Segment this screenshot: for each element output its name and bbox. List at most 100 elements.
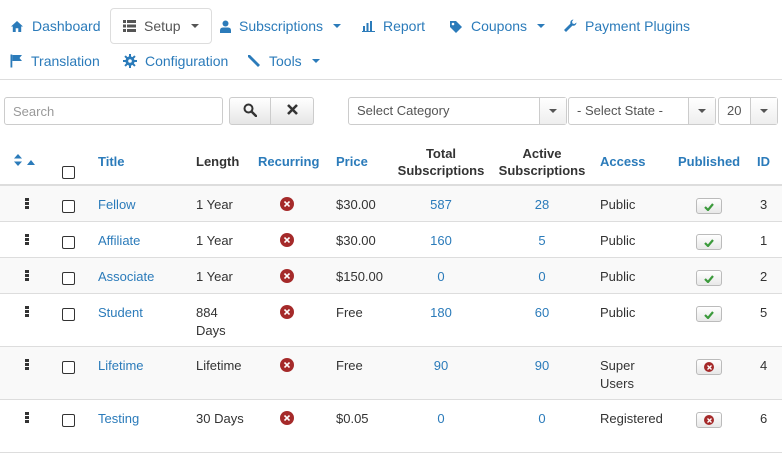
nav-tools[interactable]: Tools (247, 44, 320, 78)
nav-setup[interactable]: Setup (110, 8, 212, 44)
nav-subscriptions[interactable]: Subscriptions (220, 9, 342, 43)
not-recurring-icon (280, 269, 294, 283)
plan-title-link[interactable]: Affiliate (98, 232, 140, 250)
total-subscriptions-link[interactable]: 180 (395, 304, 487, 322)
plan-title-link[interactable]: Testing (98, 410, 139, 428)
publish-toggle-button[interactable] (696, 306, 722, 322)
nav-setup-label: Setup (144, 18, 181, 34)
limit-select[interactable]: 20 (718, 97, 778, 125)
plan-id: 5 (760, 305, 768, 320)
active-subscriptions-link[interactable]: 90 (497, 357, 587, 375)
total-subscriptions-link[interactable]: 90 (395, 357, 487, 375)
total-subscriptions-link[interactable]: 587 (395, 196, 487, 214)
row-checkbox[interactable] (62, 361, 75, 374)
row-checkbox[interactable] (62, 272, 75, 285)
table-row: Lifetime Lifetime Free 90 90 Super Users 4 (0, 347, 782, 400)
nav-coupons[interactable]: Coupons (449, 9, 546, 43)
chevron-down-icon (333, 24, 342, 28)
plan-price: $30.00 (336, 233, 376, 248)
unpublished-icon (704, 415, 714, 425)
nav-dashboard-label: Dashboard (32, 18, 101, 34)
table-header: Title Length Recurring Price Total Subsc… (0, 137, 782, 186)
header-access[interactable]: Access (600, 137, 646, 186)
check-icon (704, 235, 714, 250)
plan-price: $150.00 (336, 269, 383, 284)
publish-toggle-button[interactable] (696, 359, 722, 375)
nav-report[interactable]: Report (362, 9, 425, 43)
publish-toggle-button[interactable] (696, 198, 722, 214)
active-subscriptions-link[interactable]: 28 (497, 196, 587, 214)
top-navigation: Dashboard Setup Subscriptions Report Cou… (0, 0, 782, 80)
user-icon (220, 20, 231, 33)
plan-title-link[interactable]: Lifetime (98, 357, 144, 375)
nav-payment-plugins-label: Payment Plugins (585, 18, 691, 34)
close-icon (286, 103, 299, 119)
sort-ascending-icon (27, 153, 35, 170)
publish-toggle-button[interactable] (696, 412, 722, 428)
plan-access: Registered (600, 411, 663, 426)
not-recurring-icon (280, 197, 294, 211)
drag-handle-icon[interactable] (25, 412, 29, 423)
nav-configuration[interactable]: Configuration (123, 44, 228, 78)
plan-id: 3 (760, 197, 768, 212)
row-checkbox[interactable] (62, 200, 75, 213)
nav-translation-label: Translation (31, 53, 100, 69)
plan-title-link[interactable]: Student (98, 304, 143, 322)
check-icon (704, 271, 714, 286)
plan-length: 1 Year (196, 233, 233, 248)
plan-price: Free (336, 305, 363, 320)
active-subscriptions-link[interactable]: 0 (497, 410, 587, 428)
row-checkbox[interactable] (62, 414, 75, 427)
clear-search-button[interactable] (270, 97, 314, 125)
ordering-sort-header[interactable] (14, 137, 35, 186)
header-id[interactable]: ID (757, 137, 770, 186)
search-input[interactable] (4, 97, 223, 125)
plan-length: 1 Year (196, 269, 233, 284)
plans-table: Title Length Recurring Price Total Subsc… (0, 137, 782, 453)
list-icon (123, 20, 136, 32)
publish-toggle-button[interactable] (696, 270, 722, 286)
plan-access: Super Users (600, 358, 635, 391)
select-all-checkbox[interactable] (62, 166, 75, 179)
table-row: Student 884 Days Free 180 60 Public 5 (0, 294, 782, 347)
drag-handle-icon[interactable] (25, 359, 29, 370)
nav-payment-plugins[interactable]: Payment Plugins (563, 9, 690, 43)
nav-dashboard[interactable]: Dashboard (10, 9, 101, 43)
header-recurring[interactable]: Recurring (258, 137, 319, 186)
nav-report-label: Report (383, 18, 426, 34)
plan-price: $0.05 (336, 411, 369, 426)
nav-tools-label: Tools (269, 53, 302, 69)
row-checkbox[interactable] (62, 236, 75, 249)
active-subscriptions-link[interactable]: 0 (497, 268, 587, 286)
plan-access: Public (600, 197, 636, 212)
search-button[interactable] (229, 97, 271, 125)
header-title[interactable]: Title (98, 137, 125, 186)
total-subscriptions-link[interactable]: 0 (395, 268, 487, 286)
check-icon (704, 199, 714, 214)
total-subscriptions-link[interactable]: 160 (395, 232, 487, 250)
plan-title-link[interactable]: Fellow (98, 196, 136, 214)
plan-access: Public (600, 233, 636, 248)
table-row: Affiliate 1 Year $30.00 160 5 Public 1 (0, 222, 782, 258)
plan-title-link[interactable]: Associate (98, 268, 154, 286)
nav-translation[interactable]: Translation (10, 44, 100, 78)
total-subscriptions-link[interactable]: 0 (395, 410, 487, 428)
chevron-down-icon (539, 98, 566, 124)
row-checkbox[interactable] (62, 308, 75, 321)
drag-handle-icon[interactable] (25, 270, 29, 281)
header-price[interactable]: Price (336, 137, 368, 186)
drag-handle-icon[interactable] (25, 198, 29, 209)
state-select[interactable]: - Select State - (568, 97, 716, 125)
chevron-down-icon (750, 98, 777, 124)
header-published[interactable]: Published (678, 137, 740, 186)
active-subscriptions-link[interactable]: 60 (497, 304, 587, 322)
drag-handle-icon[interactable] (25, 234, 29, 245)
chevron-down-icon (537, 24, 546, 28)
drag-handle-icon[interactable] (25, 306, 29, 317)
category-select[interactable]: Select Category (348, 97, 567, 125)
chevron-down-icon (688, 98, 715, 124)
publish-toggle-button[interactable] (696, 234, 722, 250)
active-subscriptions-link[interactable]: 5 (497, 232, 587, 250)
header-total-subscriptions: Total Subscriptions (397, 145, 485, 178)
chevron-down-icon (311, 59, 320, 63)
